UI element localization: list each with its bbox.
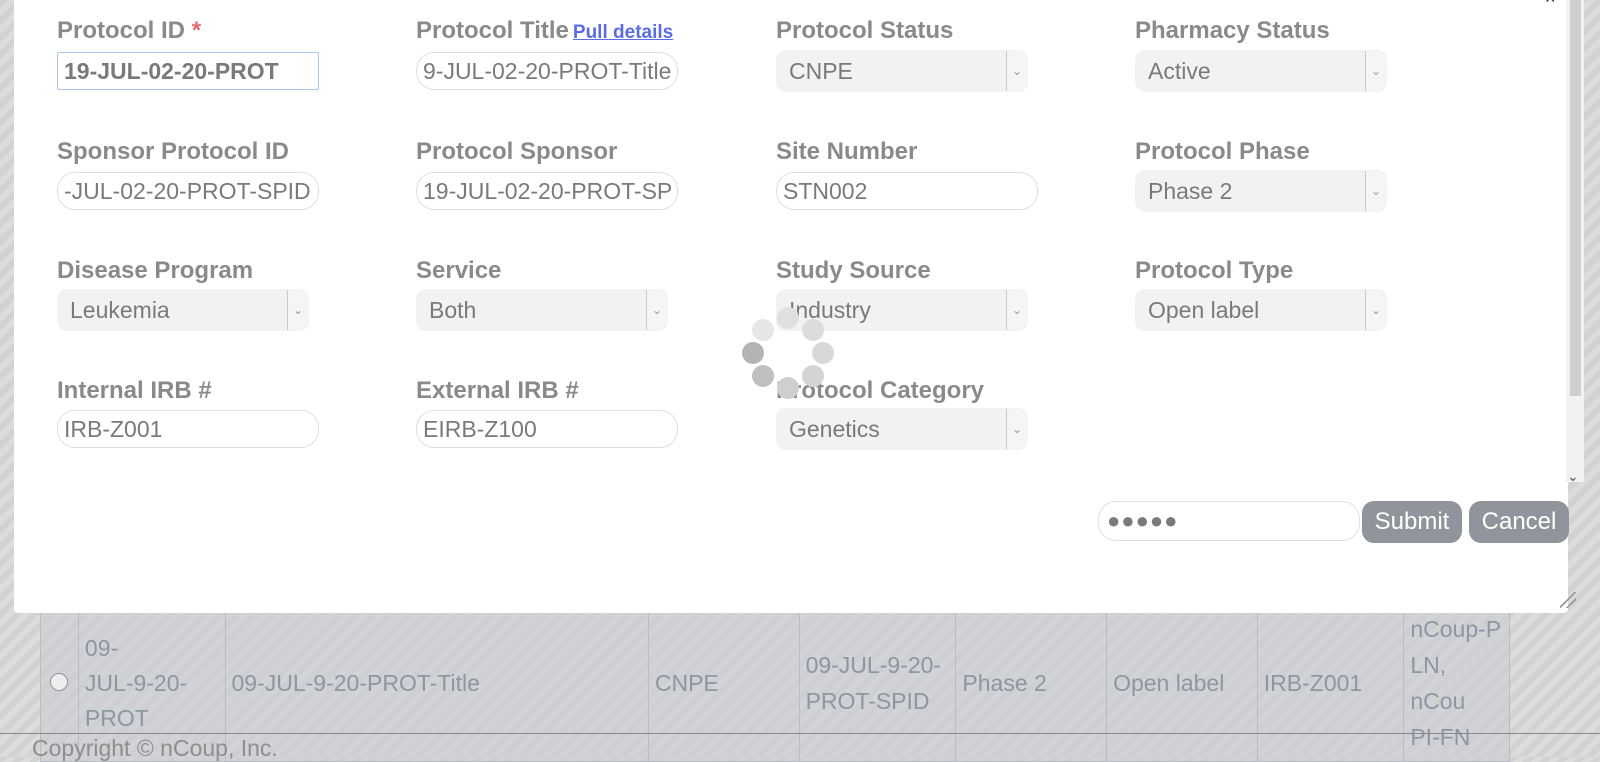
chevron-down-icon: ⌄ (1365, 171, 1386, 211)
study-source-label: Study Source (776, 257, 931, 284)
row-radio[interactable] (50, 673, 69, 691)
protocol-category-select[interactable]: Genetics ⌄ (776, 408, 1028, 450)
site-number-field: Site Number (776, 138, 917, 166)
protocol-id-field: Protocol ID * (57, 17, 201, 45)
cell-irb: IRB-Z001 (1256, 604, 1405, 762)
required-mark: * (191, 17, 202, 44)
resize-handle[interactable] (1560, 592, 1576, 608)
pharmacy-status-label: Pharmacy Status (1135, 17, 1330, 44)
spinner-dot (752, 319, 774, 341)
sponsor-protocol-id-label: Sponsor Protocol ID (57, 138, 290, 165)
chevron-down-icon: ⌄ (1365, 290, 1386, 330)
pharmacy-status-select[interactable]: Active ⌄ (1135, 50, 1387, 92)
chevron-down-icon: ⌄ (1006, 290, 1027, 330)
site-number-input[interactable]: STN002 (776, 172, 1038, 210)
protocol-title-label: Protocol Title Pull details (416, 17, 674, 44)
chevron-down-icon: ⌄ (1006, 409, 1027, 449)
service-select[interactable]: Both ⌄ (416, 289, 668, 331)
protocol-title-field: Protocol Title Pull details (416, 17, 673, 45)
protocol-title-input[interactable]: 9-JUL-02-20-PROT-Title (416, 52, 678, 90)
chevron-down-icon: ⌄ (1365, 51, 1386, 91)
protocol-category-value: Genetics (789, 416, 880, 442)
protocol-phase-field: Protocol Phase (1135, 138, 1310, 166)
chevron-down-icon: ⌄ (287, 290, 308, 330)
protocol-status-select[interactable]: CNPE ⌄ (776, 50, 1028, 92)
chevron-down-icon: ⌄ (1006, 51, 1027, 91)
pull-details-link[interactable]: Pull details (573, 22, 673, 43)
protocol-type-select[interactable]: Open label ⌄ (1135, 289, 1387, 331)
service-field: Service (416, 257, 501, 285)
close-icon[interactable]: × (1545, 0, 1556, 9)
cell-protocol-title: 09-JUL-9-20-PROT-Title (224, 604, 649, 762)
pharmacy-status-value: Active (1148, 58, 1211, 84)
protocol-status-value: CNPE (789, 58, 853, 84)
protocol-type-value: Open label (1148, 297, 1260, 323)
protocol-sponsor-input[interactable]: 19-JUL-02-20-PROT-SP (416, 172, 678, 210)
protocol-sponsor-label: Protocol Sponsor (416, 138, 618, 165)
cell-pi: nCoup-P LN, nCou PI-FN (1403, 604, 1510, 762)
cell-type: Open label (1106, 604, 1258, 762)
protocol-status-label: Protocol Status (776, 17, 954, 44)
submit-button[interactable]: Submit (1362, 501, 1462, 543)
edit-protocol-modal: × Protocol ID * 19-JUL-02-20-PROT Protoc… (14, 0, 1584, 613)
password-input[interactable]: ●●●●● (1098, 501, 1360, 541)
study-source-field: Study Source (776, 257, 931, 285)
protocol-phase-label: Protocol Phase (1135, 138, 1310, 165)
protocol-type-field: Protocol Type (1135, 257, 1293, 285)
spinner-dot (752, 365, 774, 387)
spinner-dot (802, 319, 824, 341)
external-irb-label: External IRB # (416, 377, 579, 404)
spinner-dot (812, 342, 834, 364)
internal-irb-field: Internal IRB # (57, 377, 212, 405)
protocol-type-label: Protocol Type (1135, 257, 1294, 284)
internal-irb-input[interactable]: IRB-Z001 (57, 410, 319, 448)
cell-sponsor-id: 09-JUL-9-20- PROT-SPID (798, 604, 957, 762)
disease-program-value: Leukemia (70, 297, 170, 323)
external-irb-input[interactable]: EIRB-Z100 (416, 410, 678, 448)
protocol-sponsor-field: Protocol Sponsor (416, 138, 617, 166)
loading-spinner-icon (742, 307, 842, 407)
scrollbar-thumb[interactable] (1570, 0, 1581, 396)
disease-program-field: Disease Program (57, 257, 253, 285)
service-value: Both (429, 297, 477, 323)
chevron-down-icon[interactable]: ⌄ (1567, 468, 1579, 485)
disease-program-select[interactable]: Leukemia ⌄ (57, 289, 309, 331)
chevron-down-icon: ⌄ (646, 290, 667, 330)
spinner-dot (742, 342, 764, 364)
service-label: Service (416, 257, 502, 284)
protocol-phase-value: Phase 2 (1148, 178, 1233, 204)
disease-program-label: Disease Program (57, 257, 254, 284)
protocol-phase-select[interactable]: Phase 2 ⌄ (1135, 170, 1387, 212)
spinner-dot (802, 365, 824, 387)
spinner-dot (777, 377, 799, 399)
copyright-text: Copyright © nCoup, Inc. (32, 735, 278, 761)
cancel-button[interactable]: Cancel (1469, 501, 1569, 543)
sponsor-protocol-id-input[interactable]: -JUL-02-20-PROT-SPID (57, 172, 319, 210)
protocol-id-label: Protocol ID * (57, 17, 202, 44)
cell-status: CNPE (647, 604, 800, 762)
protocol-status-field: Protocol Status (776, 17, 953, 45)
external-irb-field: External IRB # (416, 377, 579, 405)
pharmacy-status-field: Pharmacy Status (1135, 17, 1330, 45)
spinner-dot (777, 307, 799, 329)
footer-divider (0, 733, 1600, 734)
sponsor-protocol-id-field: Sponsor Protocol ID (57, 138, 289, 166)
cell-phase: Phase 2 (955, 604, 1108, 762)
protocol-id-input[interactable]: 19-JUL-02-20-PROT (57, 52, 319, 90)
site-number-label: Site Number (776, 138, 918, 165)
internal-irb-label: Internal IRB # (57, 377, 212, 404)
